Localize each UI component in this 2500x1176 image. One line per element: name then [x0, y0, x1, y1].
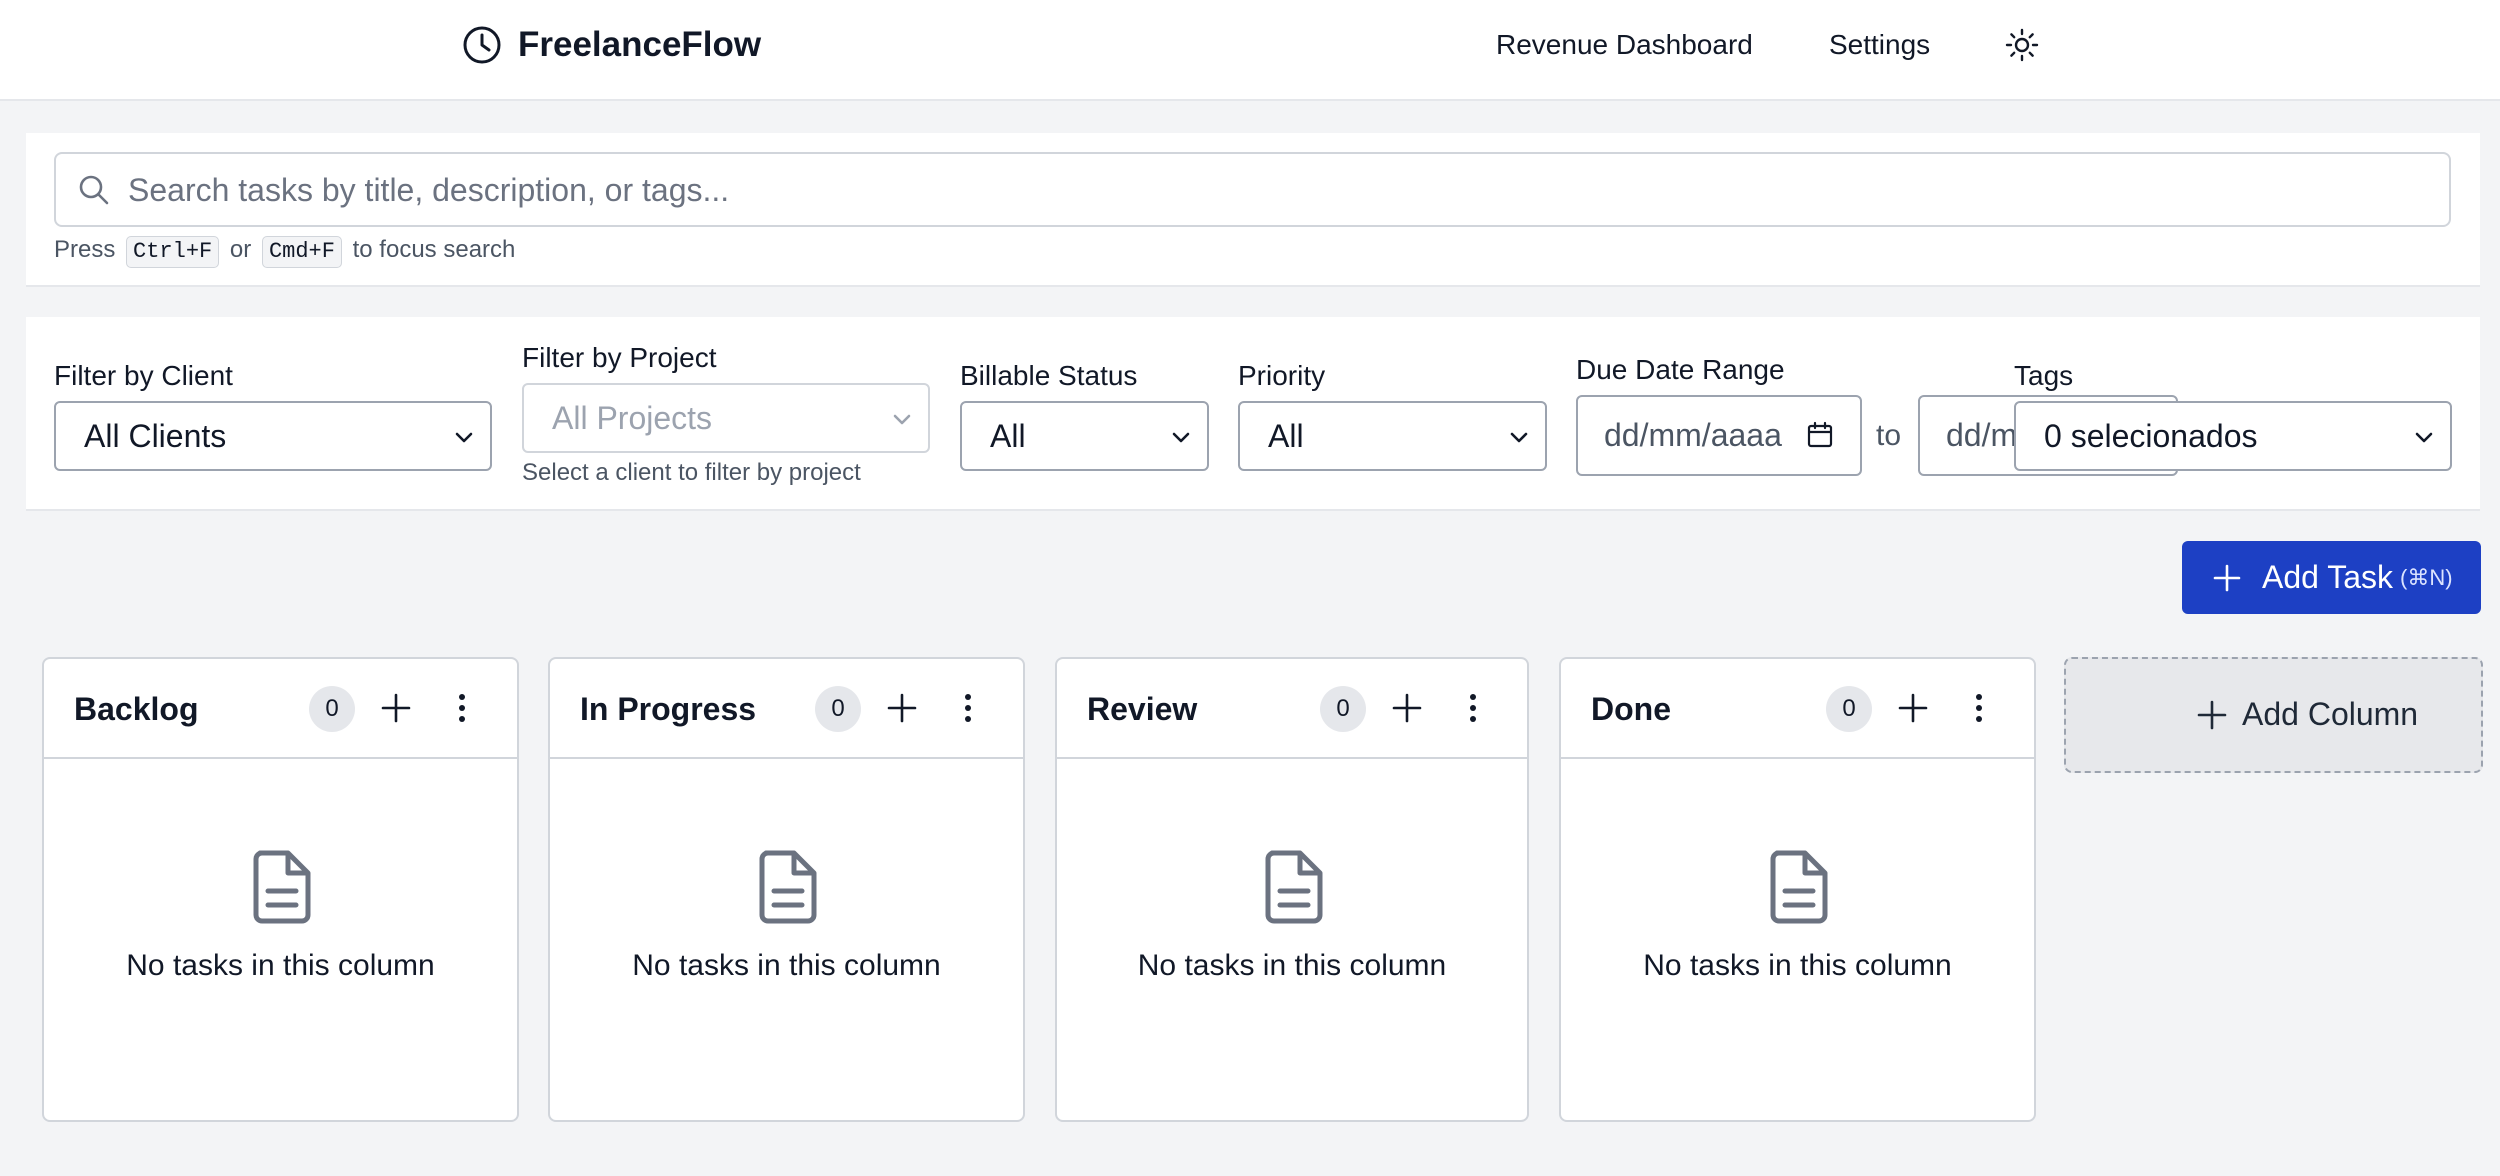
priority-select-value: All: [1268, 418, 1304, 454]
column-title[interactable]: Done: [1591, 689, 1671, 729]
document-icon: [253, 850, 311, 924]
column-title[interactable]: Review: [1087, 689, 1197, 729]
empty-column-message: No tasks in this column: [1137, 949, 1447, 982]
plus-icon[interactable]: [378, 690, 414, 726]
hint-prefix: Press: [54, 236, 116, 263]
calendar-icon[interactable]: [1806, 421, 1834, 449]
more-vertical-icon[interactable]: [444, 690, 480, 726]
chevron-down-icon: [893, 414, 911, 425]
more-vertical-icon[interactable]: [950, 690, 986, 726]
document-icon: [1265, 850, 1323, 924]
column-header: In Progress 0: [550, 659, 1023, 759]
empty-column-message: No tasks in this column: [126, 949, 435, 982]
hint-or: or: [229, 236, 252, 263]
add-task-label: Add Task: [2262, 559, 2394, 595]
column-header: Review 0: [1057, 659, 1527, 759]
project-select-value: All Projects: [552, 400, 713, 436]
search-shortcut-hint: Press Ctrl+F or Cmd+F to focus search: [54, 234, 515, 268]
hint-suffix: to focus search: [352, 236, 516, 263]
more-vertical-icon[interactable]: [1455, 690, 1491, 726]
filter-due-date-label: Due Date Range: [1576, 354, 1785, 385]
empty-column-message: No tasks in this column: [632, 949, 941, 982]
due-date-from-placeholder: dd/mm/aaaa: [1604, 417, 1782, 453]
task-count-badge: 0: [309, 686, 355, 732]
plus-icon: [2197, 700, 2227, 730]
search-input[interactable]: [128, 160, 2428, 220]
board-column-in-progress: In Progress 0 No tasks in this column: [548, 657, 1025, 1122]
tags-select-value: 0 selecionados: [2044, 418, 2258, 454]
priority-select[interactable]: All: [1238, 401, 1547, 471]
clock-icon: [463, 26, 501, 64]
board-column-backlog: Backlog 0 No tasks in this column: [42, 657, 519, 1122]
kbd-cmd-f: Cmd+F: [261, 236, 342, 268]
due-date-from-input[interactable]: dd/mm/aaaa: [1576, 395, 1862, 476]
more-vertical-icon[interactable]: [1961, 690, 1997, 726]
tags-select[interactable]: 0 selecionados: [2014, 401, 2452, 471]
nav-revenue-dashboard[interactable]: Revenue Dashboard: [1496, 27, 1753, 63]
add-column-label: Add Column: [2242, 696, 2419, 732]
top-navigation-bar: FreelanceFlow Revenue Dashboard Settings: [0, 0, 2500, 101]
filter-tags-label: Tags: [2014, 360, 2074, 391]
project-filter-hint: Select a client to filter by project: [522, 459, 861, 486]
due-date-to-placeholder: dd/m: [1946, 417, 2018, 453]
column-header: Done 0: [1561, 659, 2034, 759]
chevron-down-icon: [1172, 432, 1190, 443]
filter-billable-label: Billable Status: [960, 360, 1138, 391]
kbd-ctrl-f: Ctrl+F: [126, 236, 220, 268]
document-icon: [1770, 850, 1828, 924]
task-count-badge: 0: [1320, 686, 1366, 732]
project-select[interactable]: All Projects: [522, 383, 930, 453]
column-header: Backlog 0: [44, 659, 517, 759]
task-count-badge: 0: [815, 686, 861, 732]
add-column-button[interactable]: Add Column: [2064, 657, 2483, 773]
sun-icon[interactable]: [2004, 27, 2040, 63]
empty-column-message: No tasks in this column: [1643, 949, 1952, 982]
plus-icon[interactable]: [1895, 690, 1931, 726]
filter-project-label: Filter by Project: [522, 342, 717, 373]
filter-client-label: Filter by Client: [54, 360, 233, 391]
board-column-review: Review 0 No tasks in this column: [1055, 657, 1529, 1122]
billable-select-value: All: [990, 418, 1026, 454]
document-icon: [759, 850, 817, 924]
plus-icon[interactable]: [1389, 690, 1425, 726]
add-task-shortcut: (⌘N): [2400, 565, 2453, 590]
app-title[interactable]: FreelanceFlow: [518, 22, 761, 68]
chevron-down-icon: [1510, 432, 1528, 443]
column-title[interactable]: In Progress: [580, 689, 756, 729]
nav-settings[interactable]: Settings: [1829, 27, 1930, 63]
plus-icon[interactable]: [884, 690, 920, 726]
filter-priority-label: Priority: [1238, 360, 1326, 391]
chevron-down-icon: [2415, 432, 2433, 443]
search-icon: [79, 175, 109, 205]
client-select[interactable]: All Clients: [54, 401, 492, 471]
client-select-value: All Clients: [84, 418, 227, 454]
column-title[interactable]: Backlog: [74, 689, 198, 729]
board-column-done: Done 0 No tasks in this column: [1559, 657, 2036, 1122]
plus-icon: [2213, 564, 2241, 592]
task-count-badge: 0: [1826, 686, 1872, 732]
billable-select[interactable]: All: [960, 401, 1209, 471]
add-task-button[interactable]: Add Task (⌘N): [2182, 541, 2481, 614]
chevron-down-icon: [455, 432, 473, 443]
date-range-to: to: [1876, 419, 1902, 452]
